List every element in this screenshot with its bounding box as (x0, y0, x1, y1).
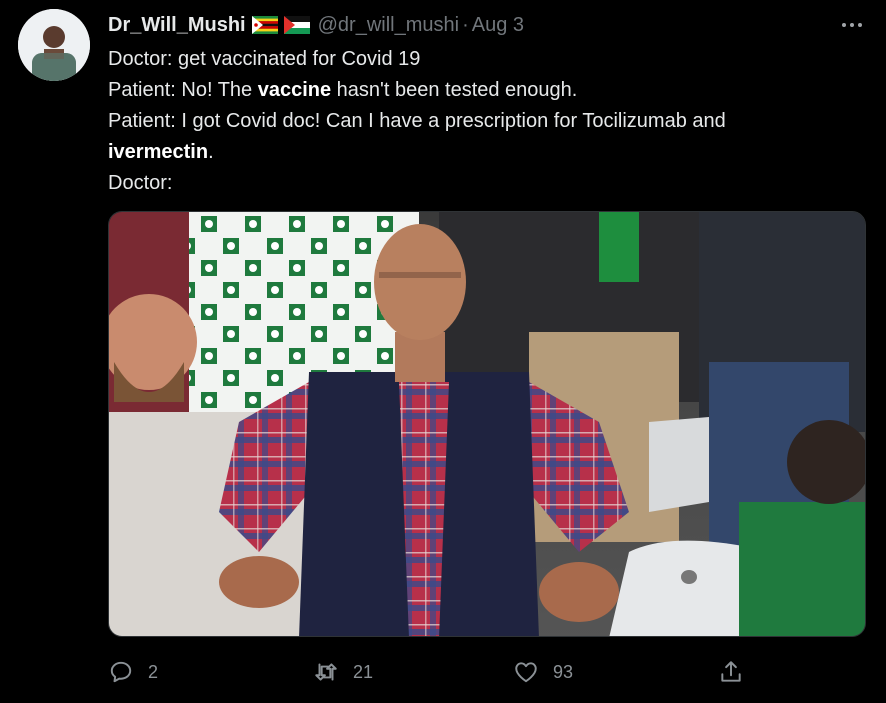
heart-icon (515, 662, 537, 683)
display-name[interactable]: Dr_Will_Mushi (108, 14, 246, 37)
share-button[interactable] (718, 655, 744, 689)
tweet-actions: 2 21 93 (108, 655, 868, 689)
tweet-line: Doctor: (108, 172, 173, 194)
retweet-icon (315, 663, 337, 681)
like-count: 93 (553, 661, 574, 682)
tweet: Dr_Will_Mushi @dr_will_mushi · Aug 3 Doc… (0, 0, 886, 703)
more-options-icon[interactable] (838, 16, 866, 34)
reply-button[interactable]: 2 (108, 655, 158, 689)
tweet-photo[interactable] (108, 211, 866, 637)
retweet-button[interactable]: 21 (313, 655, 373, 689)
header-separator: · (462, 13, 469, 36)
handle[interactable]: @dr_will_mushi (318, 14, 459, 37)
avatar[interactable] (18, 9, 90, 81)
share-icon (721, 661, 741, 682)
tweet-date[interactable]: Aug 3 (472, 14, 524, 37)
tweet-line: Doctor: get vaccinated for Covid 19 (108, 48, 421, 70)
retweet-count: 21 (353, 661, 374, 682)
tweet-line: ivermectin. (108, 141, 214, 163)
reply-count: 2 (148, 661, 159, 682)
palestine-flag-icon (283, 16, 310, 34)
tweet-text: Doctor: get vaccinated for Covid 19 Pati… (108, 44, 868, 199)
tweet-line: Patient: I got Covid doc! Can I have a p… (108, 110, 726, 132)
like-button[interactable]: 93 (513, 655, 573, 689)
reply-icon (110, 661, 132, 683)
zimbabwe-flag-icon (251, 16, 278, 34)
tweet-line: Patient: No! The vaccine hasn't been tes… (108, 79, 578, 101)
tweet-header: Dr_Will_Mushi @dr_will_mushi · Aug 3 (108, 11, 524, 39)
